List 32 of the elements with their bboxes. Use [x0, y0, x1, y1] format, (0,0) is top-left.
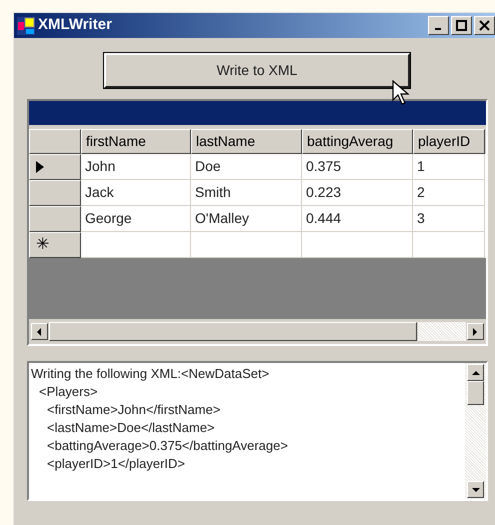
row-header	[29, 129, 81, 154]
window-title: XMLWriter	[38, 15, 112, 36]
write-to-xml-button[interactable]: Write to XML	[104, 53, 410, 88]
xml-line: <firstName>John</firstName>	[47, 401, 222, 419]
row-header[interactable]	[29, 206, 81, 232]
xml-line: <playerID>1</playerID>	[47, 455, 186, 473]
xml-line: <Players>	[39, 383, 99, 401]
horizontal-scrollbar[interactable]	[29, 319, 486, 344]
current-row-icon	[36, 161, 44, 173]
new-row-marker: ✳	[29, 232, 81, 258]
row-header[interactable]	[29, 154, 81, 180]
minimize-icon[interactable]	[428, 16, 449, 35]
row-header[interactable]	[29, 180, 81, 206]
maximize-icon[interactable]	[451, 16, 472, 35]
scrollbar-thumb[interactable]	[49, 322, 417, 341]
xml-output-box[interactable]: Writing the following XML:<NewDataSet> <Players> <firstName>John</firstName> <lastName>Doe</lastName> <battingAverage>0.375</battingAverage> <playerID>1</playerID>	[27, 361, 488, 501]
xml-line: Writing the following XML:<NewDataSet>	[31, 365, 270, 383]
app-icon	[17, 16, 35, 34]
scroll-down-icon[interactable]	[467, 481, 484, 498]
vertical-scrollbar[interactable]	[465, 363, 486, 499]
column-header[interactable]: playerID	[413, 129, 485, 154]
xml-line: <lastName>Doe</lastName>	[47, 419, 216, 437]
scroll-left-icon[interactable]	[31, 323, 48, 340]
column-header[interactable]: lastName	[191, 129, 302, 154]
scroll-right-icon[interactable]	[467, 323, 484, 340]
scroll-up-icon[interactable]	[467, 364, 484, 381]
xml-line: <battingAverage>0.375</battingAverage>	[47, 437, 289, 455]
close-icon[interactable]	[474, 16, 495, 35]
scrollbar-thumb[interactable]	[467, 381, 484, 405]
column-header[interactable]: firstName	[81, 129, 191, 154]
column-header[interactable]: battingAverag	[302, 129, 413, 154]
mouse-pointer-icon	[392, 80, 412, 106]
